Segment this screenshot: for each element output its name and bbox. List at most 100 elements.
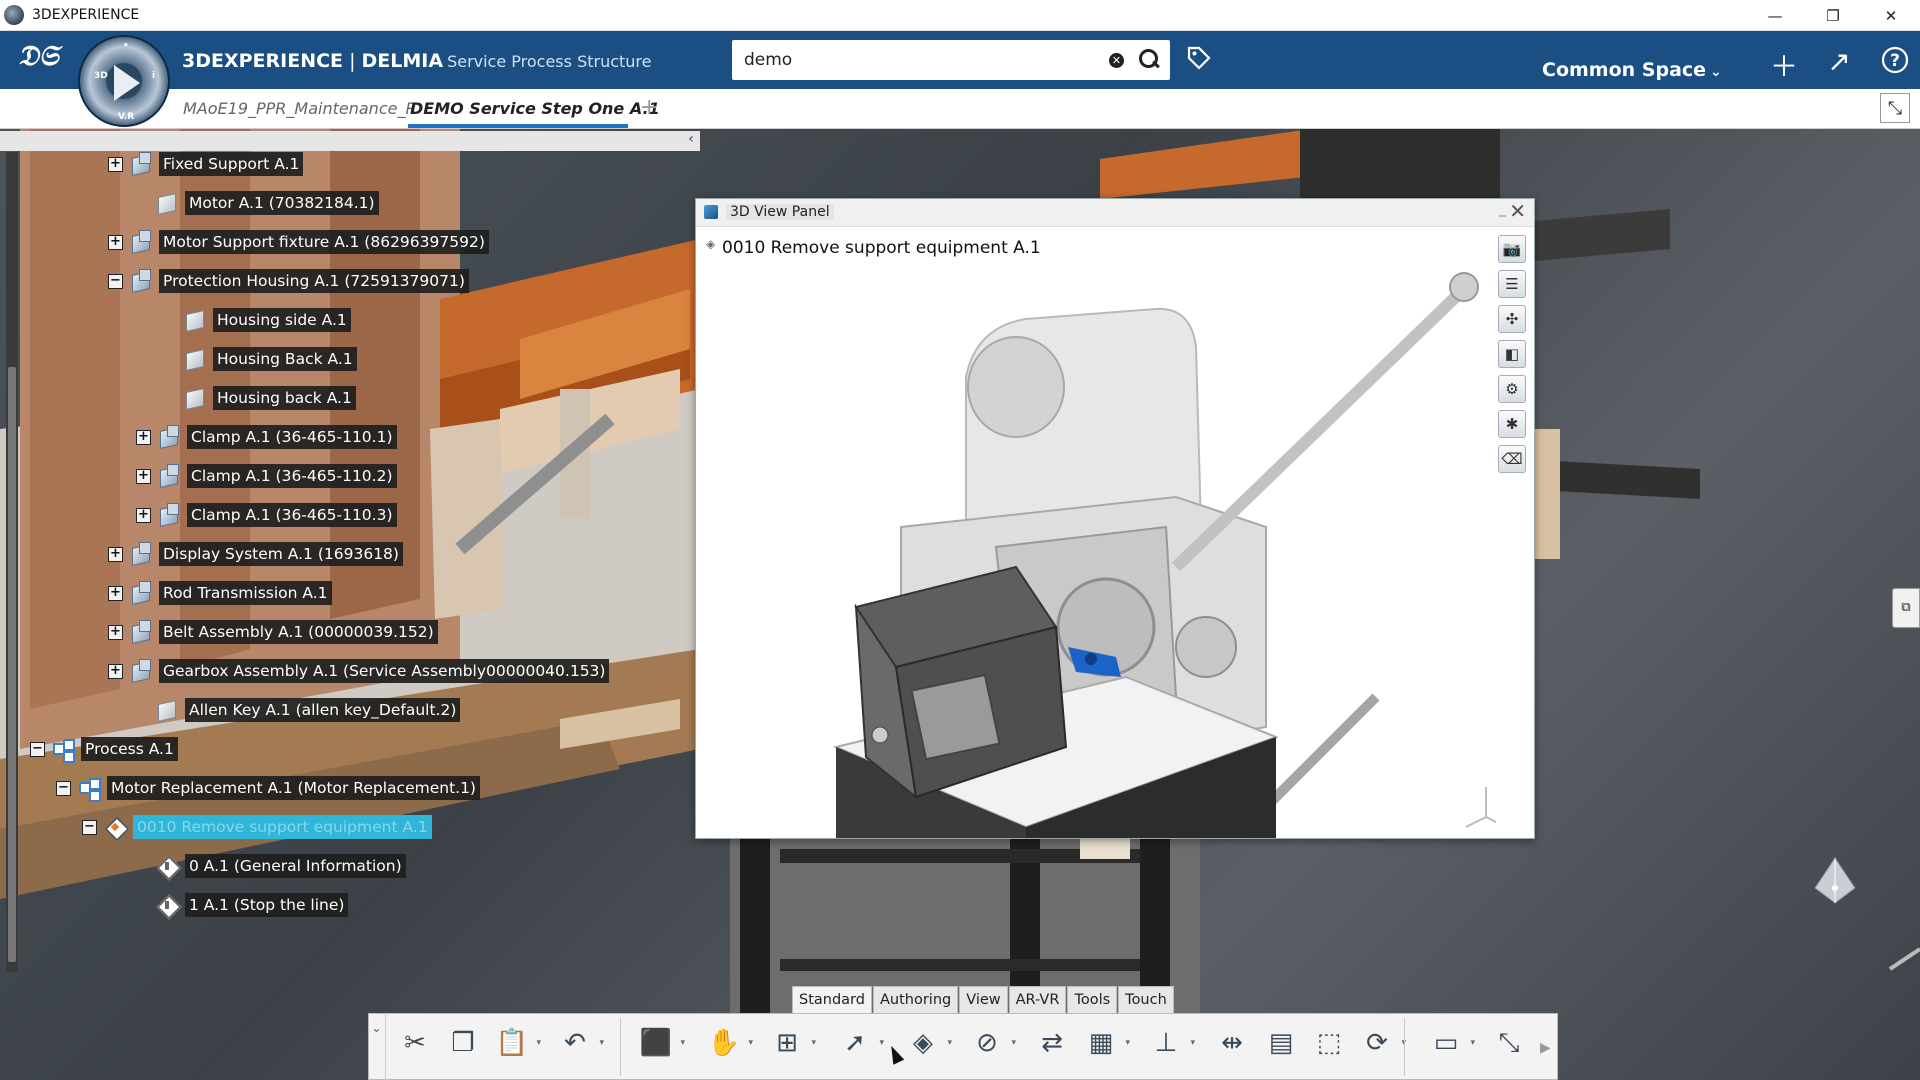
collapse-tree-icon[interactable]: ‹ [684,131,698,151]
share-icon[interactable]: ↗ [1822,45,1856,79]
restore-icon[interactable]: ❐ [1804,0,1862,31]
action-bar-scroll-right-icon[interactable]: ▶ [1540,1040,1551,1056]
tree-node[interactable]: Housing Back A.1 [162,346,357,372]
expand-icon[interactable]: + [108,585,123,601]
action-bar-expander[interactable]: ⌄ [368,1013,386,1080]
section-tab-authoring[interactable]: Authoring [872,986,959,1013]
tree-node[interactable]: + Motor Support fixture A.1 (86296397592) [108,229,489,255]
cut-button[interactable]: ✂ [396,1024,434,1062]
dropdown-arrow-icon[interactable]: ▾ [1190,1038,1195,1048]
table-tool-button[interactable]: ▦ ▾ [1082,1024,1130,1062]
swap-button[interactable]: ⇄ [1033,1024,1071,1062]
tree-node-label[interactable]: Gearbox Assembly A.1 (Service Assembly00… [159,659,610,683]
tree-node[interactable]: 1 A.1 (Stop the line) [134,892,349,918]
rotate-sync-button[interactable]: ⟳▾ [1358,1024,1406,1062]
undo-button[interactable]: ↶ ▾ [556,1024,604,1062]
measure-button[interactable]: ⤡ [1490,1024,1528,1062]
ds-logo[interactable]: 𝔇𝔖 [18,39,58,73]
gear-outline-icon[interactable]: ⚙ [1498,375,1526,403]
tree-node-label[interactable]: Fixed Support A.1 [159,152,304,176]
tree-node[interactable]: 0 A.1 (General Information) [134,853,406,879]
tree-node[interactable]: − Motor Replacement A.1 (Motor Replacemen… [56,775,480,801]
cube-button[interactable]: ⬛ ▾ [637,1024,685,1062]
render-button[interactable]: ▤ [1262,1024,1300,1062]
panel-close-icon[interactable]: ✕ [1509,199,1526,223]
panel-minimize-icon[interactable]: _ [1499,201,1506,217]
tree-node[interactable]: Housing back A.1 [162,385,356,411]
grab-tool-button[interactable]: ✋ ▾ [705,1024,753,1062]
snap-button[interactable]: ⊥ ▾ [1147,1024,1195,1062]
add-icon[interactable]: ＋ [1767,45,1801,83]
tree-node[interactable]: + Fixed Support A.1 [108,151,304,177]
collapse-icon[interactable]: − [56,780,71,796]
tree-node-label[interactable]: Display System A.1 (1693618) [159,542,403,566]
section-tab-touch[interactable]: Touch [1118,986,1174,1013]
clear-search-icon[interactable]: ✕ [1109,52,1124,68]
tree-node-label[interactable]: Housing side A.1 [213,308,351,332]
camera-icon[interactable]: 📷 [1498,235,1526,263]
panel-button[interactable]: ▭ ▾ [1427,1024,1475,1062]
side-panel-icon[interactable]: ⧉ [1892,588,1920,628]
tree-node-label[interactable]: Clamp A.1 (36-465-110.2) [187,464,397,488]
tree-node[interactable]: − 0010 Remove support equipment A.1 [82,814,432,840]
tree-node-label[interactable]: 0010 Remove support equipment A.1 [133,815,432,839]
tree-node-label[interactable]: Process A.1 [81,737,178,761]
tree-node-label[interactable]: 0 A.1 (General Information) [185,854,406,878]
3d-box-button[interactable]: ⬚ [1310,1024,1348,1062]
expand-icon[interactable]: + [136,468,151,484]
expand-icon[interactable]: + [136,429,151,445]
dropdown-arrow-icon[interactable]: ▾ [536,1038,541,1048]
tree-node[interactable]: + Rod Transmission A.1 [108,580,332,606]
tree-node-label[interactable]: 1 A.1 (Stop the line) [185,893,349,917]
section-plane-button[interactable]: ◈ ▾ [904,1024,952,1062]
dropdown-arrow-icon[interactable]: ▾ [680,1038,685,1048]
section-tab-standard[interactable]: Standard [792,986,872,1013]
compass-widget[interactable]: 3D i V.R • [78,35,170,127]
search-icon[interactable] [1136,47,1162,73]
help-icon[interactable]: ? [1878,45,1912,79]
expand-icon[interactable]: + [108,624,123,640]
tree-node[interactable]: + Display System A.1 (1693618) [108,541,403,567]
tab-maoe19[interactable]: MAoE19_PPR_Maintenance_R [183,99,417,118]
dropdown-arrow-icon[interactable]: ▾ [748,1038,753,1048]
tree-node-label[interactable]: Housing back A.1 [213,386,356,410]
tree-node-label[interactable]: Clamp A.1 (36-465-110.1) [187,425,397,449]
tree-node-label[interactable]: Belt Assembly A.1 (00000039.152) [159,620,438,644]
mirror-button[interactable]: ⇹ [1213,1024,1251,1062]
tree-node[interactable]: Allen Key A.1 (allen key_Default.2) [134,697,461,723]
tree-node[interactable]: − Protection Housing A.1 (72591379071) [108,268,469,294]
tree-node[interactable]: Motor A.1 (70382184.1) [134,190,379,216]
tree-node[interactable]: + Gearbox Assembly A.1 (Service Assembly0… [108,658,610,684]
collapse-window-icon[interactable]: ⤡ [1880,93,1910,123]
section-tab-tools[interactable]: Tools [1067,986,1118,1013]
paste-button[interactable]: 📋 ▾ [493,1024,541,1062]
close-icon[interactable]: ✕ [1862,0,1920,31]
tree-scrollbar[interactable] [6,152,18,972]
dropdown-arrow-icon[interactable]: ▾ [599,1038,604,1048]
section-tab-view[interactable]: View [959,986,1008,1013]
copy-button[interactable]: ❐ [444,1024,482,1062]
tree-node[interactable]: + Clamp A.1 (36-465-110.3) [136,502,397,528]
dropdown-arrow-icon[interactable]: ▾ [1125,1038,1130,1048]
list-icon[interactable]: ☰ [1498,270,1526,298]
panel-title-bar[interactable]: 3D View Panel _ ✕ [696,199,1534,227]
shapes-button[interactable]: ⊘ ▾ [968,1024,1016,1062]
tree-node-label[interactable]: Housing Back A.1 [213,347,357,371]
expand-icon[interactable]: + [136,507,151,523]
dropdown-arrow-icon[interactable]: ▾ [879,1038,884,1048]
tree-node[interactable]: + Belt Assembly A.1 (00000039.152) [108,619,438,645]
tree-node-label[interactable]: Motor Replacement A.1 (Motor Replacement… [107,776,480,800]
tree-node-label[interactable]: Protection Housing A.1 (72591379071) [159,269,469,293]
search-box[interactable]: demo ✕ [732,40,1170,80]
tree-node[interactable]: + Clamp A.1 (36-465-110.2) [136,463,397,489]
tree-node[interactable]: Housing side A.1 [162,307,351,333]
tree-node-label[interactable]: Motor Support fixture A.1 (86296397592) [159,230,489,254]
eraser-icon[interactable]: ⌫ [1498,445,1526,473]
expand-icon[interactable]: + [108,663,123,679]
expand-icon[interactable]: + [108,546,123,562]
expand-icon[interactable]: + [108,156,123,172]
fit-all-icon[interactable]: ✣ [1498,305,1526,333]
collapse-icon[interactable]: − [108,273,123,289]
structure-button[interactable]: ⊞ ▾ [768,1024,816,1062]
tree-node[interactable]: − Process A.1 [30,736,178,762]
